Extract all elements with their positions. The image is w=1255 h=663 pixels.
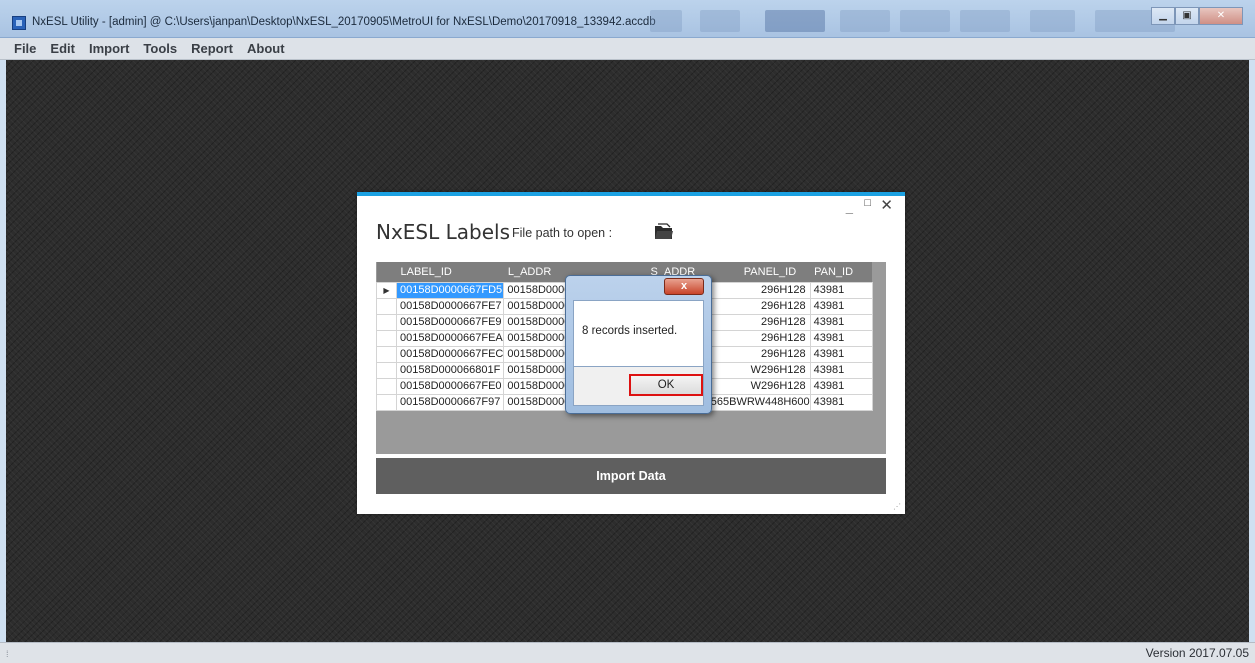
current-row-arrow-icon: ▶ xyxy=(376,281,397,299)
table-cell[interactable]: 00158D0000667FEC xyxy=(395,345,505,363)
menu-file[interactable]: File xyxy=(14,41,36,56)
table-cell[interactable]: 296H128 xyxy=(700,281,811,299)
status-bar: ⁞ Version 2017.07.05 xyxy=(0,642,1255,663)
table-cell[interactable]: 43981 xyxy=(809,361,873,379)
row-header[interactable] xyxy=(376,297,397,315)
table-cell[interactable]: 00158D0000667F97 xyxy=(395,393,505,411)
form-title: NxESL Labels xyxy=(376,220,511,244)
background-ghost xyxy=(765,10,825,32)
table-cell[interactable]: 00158D0000667FD5 xyxy=(395,281,505,299)
ok-button[interactable]: OK xyxy=(629,374,703,396)
message-close-button[interactable]: x xyxy=(664,278,704,295)
row-header[interactable] xyxy=(376,313,397,331)
table-cell[interactable]: 43981 xyxy=(809,329,873,347)
message-text: 8 records inserted. xyxy=(582,325,678,337)
table-cell[interactable]: 00158D0000667FE0 xyxy=(395,377,505,395)
table-cell[interactable]: 43981 xyxy=(809,297,873,315)
table-cell[interactable]: 43981 xyxy=(809,345,873,363)
background-ghost xyxy=(900,10,950,32)
table-cell[interactable]: 43981 xyxy=(809,313,873,331)
background-ghost xyxy=(650,10,682,32)
row-header[interactable] xyxy=(376,345,397,363)
row-header[interactable] xyxy=(376,377,397,395)
row-header[interactable] xyxy=(376,393,397,411)
message-footer: OK xyxy=(573,367,704,406)
column-header[interactable]: PAN_ID xyxy=(810,262,873,282)
table-cell[interactable]: W296H128 xyxy=(700,361,811,379)
table-cell[interactable]: 296H128 xyxy=(700,345,811,363)
table-cell[interactable]: 00158D0000667FEA xyxy=(395,329,505,347)
table-cell[interactable]: 0565BWRW448H600 xyxy=(700,393,811,411)
table-cell[interactable]: 296H128 xyxy=(700,313,811,331)
app-icon xyxy=(12,16,26,30)
minimize-button[interactable]: ▁ xyxy=(1151,7,1175,25)
resize-grip-icon[interactable]: ⋰ xyxy=(893,502,901,511)
menu-import[interactable]: Import xyxy=(89,41,129,56)
table-cell[interactable]: 43981 xyxy=(809,377,873,395)
form-minimize-button[interactable]: _ xyxy=(846,200,853,215)
menu-tools[interactable]: Tools xyxy=(143,41,177,56)
menu-bar: File Edit Import Tools Report About xyxy=(0,38,1255,60)
menu-edit[interactable]: Edit xyxy=(50,41,75,56)
window-title: NxESL Utility - [admin] @ C:\Users\janpa… xyxy=(32,16,656,28)
window-titlebar: NxESL Utility - [admin] @ C:\Users\janpa… xyxy=(0,0,1255,38)
message-body: 8 records inserted. xyxy=(573,300,704,367)
table-cell[interactable]: 296H128 xyxy=(700,329,811,347)
table-cell[interactable]: 00158D000066801F xyxy=(395,361,505,379)
background-ghost xyxy=(960,10,1010,32)
background-ghost xyxy=(1030,10,1075,32)
table-cell[interactable]: W296H128 xyxy=(700,377,811,395)
window-caption-buttons: ▁ ▣ ✕ xyxy=(1151,7,1243,25)
maximize-button[interactable]: ▣ xyxy=(1175,7,1199,25)
message-box: x 8 records inserted. OK xyxy=(565,275,712,414)
column-header[interactable]: PANEL_ID xyxy=(701,262,811,282)
folder-open-icon[interactable] xyxy=(654,223,674,240)
import-data-button[interactable]: Import Data xyxy=(376,458,886,494)
table-cell[interactable]: 43981 xyxy=(809,281,873,299)
background-ghost xyxy=(840,10,890,32)
table-cell[interactable]: 00158D0000667FE7 xyxy=(395,297,505,315)
version-label: Version 2017.07.05 xyxy=(1145,646,1249,660)
form-close-button[interactable]: ✕ xyxy=(880,196,893,214)
menu-report[interactable]: Report xyxy=(191,41,233,56)
form-maximize-button[interactable]: □ xyxy=(864,197,871,209)
close-button[interactable]: ✕ xyxy=(1199,7,1243,25)
row-header[interactable] xyxy=(376,361,397,379)
table-cell[interactable]: 00158D0000667FE9 xyxy=(395,313,505,331)
column-header[interactable]: LABEL_ID xyxy=(396,262,504,282)
table-cell[interactable]: 296H128 xyxy=(700,297,811,315)
table-cell[interactable]: 43981 xyxy=(809,393,873,411)
status-grip-icon: ⁞ xyxy=(6,649,9,659)
menu-about[interactable]: About xyxy=(247,41,285,56)
row-header[interactable] xyxy=(376,329,397,347)
file-path-label: File path to open : xyxy=(512,226,613,240)
row-header-corner xyxy=(376,262,397,282)
background-ghost xyxy=(700,10,740,32)
